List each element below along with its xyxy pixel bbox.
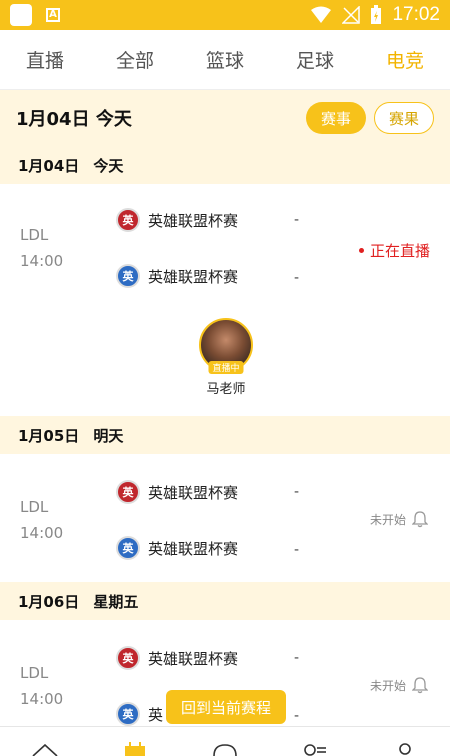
team-score: - (294, 270, 300, 286)
live-status: 正在直播 (359, 240, 430, 261)
bell-icon[interactable] (412, 510, 428, 528)
team-score: - (294, 542, 300, 558)
match-card[interactable]: LDL 14:00 英 英雄联盟杯赛 - 英 英雄联盟杯赛 - 正在直播 直播中… (0, 184, 450, 416)
team-logo-icon: 英 (116, 208, 140, 232)
status-bar: A 17:02 (0, 0, 450, 30)
signal-icon (342, 6, 361, 24)
bell-icon[interactable] (412, 676, 428, 694)
section-day-label: 明天 (93, 426, 124, 445)
match-status: 未开始 (370, 676, 428, 694)
nav-schedule[interactable] (120, 730, 150, 756)
match-time: 14:00 (20, 524, 64, 542)
team-name: 英雄联盟杯赛 (148, 483, 239, 502)
nav-community[interactable] (300, 730, 330, 756)
page-title: 1月04日 今天 (16, 109, 132, 130)
results-button[interactable]: 赛果 (374, 102, 434, 134)
team-score: - (294, 650, 300, 666)
section-day-label: 今天 (93, 156, 124, 175)
live-badge: 直播中 (208, 361, 244, 374)
tab-esports[interactable]: 电竞 (378, 46, 432, 73)
league-label: LDL (20, 226, 49, 244)
team-row: 英 英雄联盟杯赛 (116, 536, 238, 560)
tab-live[interactable]: 直播 (18, 46, 72, 73)
events-button[interactable]: 赛事 (306, 102, 366, 134)
team-score: - (294, 212, 300, 228)
calendar-icon (125, 742, 145, 756)
match-time: 14:00 (20, 252, 64, 270)
match-status: 未开始 (370, 510, 428, 528)
avatar: 直播中 (199, 318, 253, 374)
battery-icon (371, 5, 382, 24)
nav-chat[interactable] (210, 730, 240, 756)
match-card[interactable]: LDL 14:00 英 英雄联盟杯赛 - 英 英雄联盟杯赛 - 未开始 (0, 454, 450, 582)
chat-icon (213, 744, 237, 756)
section-date: 1月05日 明天 (0, 416, 450, 454)
section-date: 1月04日 今天 (0, 146, 450, 184)
team-row: 英 英雄联盟杯赛 (116, 646, 238, 670)
back-to-current-button[interactable]: 回到当前赛程 (166, 690, 286, 724)
team-logo-icon: 英 (116, 264, 140, 288)
status-label: 未开始 (369, 678, 406, 693)
category-tabs: 直播 全部 篮球 足球 电竞 (0, 30, 450, 90)
section-day-label: 星期五 (93, 592, 139, 611)
league-label: LDL (20, 664, 49, 682)
team-logo-icon: 英 (116, 536, 140, 560)
nav-profile[interactable] (390, 730, 420, 756)
team-row: 英 英雄联盟杯赛 (116, 264, 238, 288)
wifi-icon (311, 6, 332, 23)
a-notification-icon: A (46, 8, 60, 22)
league-label: LDL (20, 498, 49, 516)
team-logo-icon: 英 (116, 480, 140, 504)
date-header: 1月04日 今天 赛事 赛果 (0, 90, 450, 146)
home-icon (32, 744, 58, 756)
team-name: 英 (148, 705, 164, 724)
team-logo-icon: 英 (116, 646, 140, 670)
team-row: 英 英雄联盟杯赛 (116, 208, 238, 232)
schedule-list[interactable]: 1月04日 今天 LDL 14:00 英 英雄联盟杯赛 - 英 英雄联盟杯赛 -… (0, 146, 450, 726)
team-row: 英 英 (116, 702, 163, 726)
clock: 17:02 (392, 4, 440, 25)
app-notification-icon (10, 4, 32, 26)
status-label: 未开始 (369, 512, 406, 527)
section-date-label: 1月06日 (18, 592, 80, 611)
team-name: 英雄联盟杯赛 (148, 539, 239, 558)
team-logo-icon: 英 (116, 702, 140, 726)
streamer-card[interactable]: 直播中 马老师 (197, 318, 255, 397)
match-time: 14:00 (20, 690, 64, 708)
team-name: 英雄联盟杯赛 (148, 267, 239, 286)
section-date-label: 1月05日 (18, 426, 80, 445)
community-icon (304, 744, 326, 756)
team-name: 英雄联盟杯赛 (148, 649, 239, 668)
section-date: 1月06日 星期五 (0, 582, 450, 620)
bottom-nav (0, 726, 450, 756)
team-score: - (294, 484, 300, 500)
tab-basketball[interactable]: 篮球 (198, 46, 252, 73)
team-row: 英 英雄联盟杯赛 (116, 480, 238, 504)
tab-all[interactable]: 全部 (108, 46, 162, 73)
section-date-label: 1月04日 (18, 156, 80, 175)
team-score: - (294, 708, 300, 724)
profile-icon (399, 743, 411, 755)
nav-home[interactable] (30, 730, 60, 756)
team-name: 英雄联盟杯赛 (148, 211, 239, 230)
streamer-name: 马老师 (206, 382, 246, 397)
tab-football[interactable]: 足球 (288, 46, 342, 73)
